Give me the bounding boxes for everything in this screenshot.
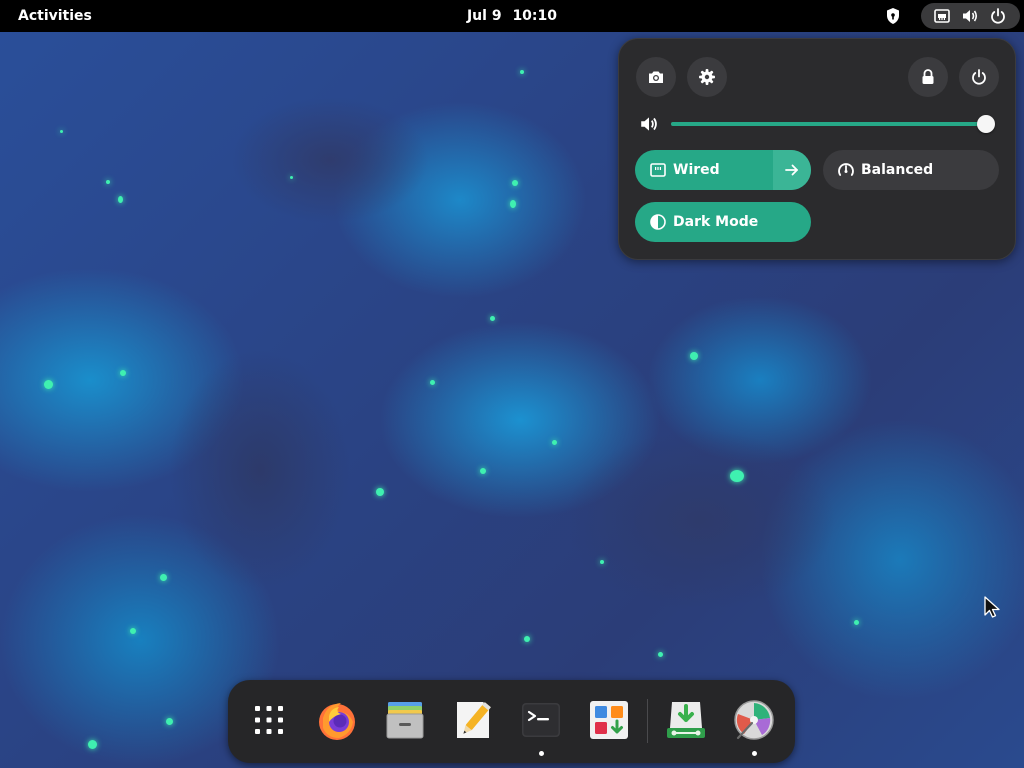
wired-toggle-main[interactable]: Wired (635, 150, 773, 190)
dark-mode-label: Dark Mode (673, 214, 759, 230)
text-editor-icon (457, 702, 491, 738)
wallpaper-speck (60, 130, 63, 133)
firefox-launcher[interactable] (309, 692, 365, 748)
wallpaper-speck (118, 196, 123, 203)
lock-button[interactable] (908, 57, 948, 97)
lock-icon (922, 69, 934, 84)
wallpaper-speck (524, 636, 530, 642)
running-indicator (539, 751, 544, 756)
dark-mode-toggle[interactable]: Dark Mode (635, 202, 811, 242)
quick-settings-panel: Wired Balanced Dark Mode (618, 38, 1016, 260)
wallpaper-speck (854, 620, 859, 625)
wired-toggle[interactable]: Wired (635, 150, 811, 190)
wallpaper-speck (520, 70, 524, 74)
power-icon (972, 69, 986, 85)
installer-launcher[interactable] (658, 692, 714, 748)
wallpaper-speck (166, 718, 173, 725)
wallpaper-speck (44, 380, 53, 389)
settings-button[interactable] (687, 57, 727, 97)
clock-time: 10:10 (512, 8, 558, 24)
terminal-launcher[interactable] (513, 692, 569, 756)
clock-button[interactable]: Jul 9 10:10 (462, 4, 562, 28)
ethernet-icon (650, 163, 666, 177)
wallpaper-speck (690, 352, 698, 360)
desktop: Activities Jul 9 10:10 Wired Balanced Da… (0, 0, 1024, 768)
arrow-right-icon (785, 164, 798, 176)
wallpaper-speck (130, 628, 136, 634)
screenshot-button[interactable] (636, 57, 676, 97)
wallpaper-speck (512, 180, 518, 186)
wallpaper-speck (600, 560, 604, 564)
wallpaper-speck (290, 176, 293, 179)
software-store-icon (590, 701, 628, 739)
wallpaper-speck (510, 200, 516, 208)
dark-mode-icon (650, 214, 666, 230)
wallpaper-speck (88, 740, 97, 749)
mouse-pointer-icon (984, 596, 1000, 618)
power-icon (991, 8, 1005, 24)
running-indicator (752, 751, 757, 756)
top-bar: Activities Jul 9 10:10 (0, 0, 1024, 32)
wallpaper-speck (160, 574, 167, 581)
wired-toggle-label: Wired (673, 162, 720, 178)
privacy-shield-icon[interactable] (884, 7, 902, 25)
dock-separator (647, 699, 648, 743)
wallpaper-speck (658, 652, 663, 657)
screenshot-icon (649, 71, 663, 83)
settings-icon (699, 69, 715, 85)
wallpaper-speck (120, 370, 126, 376)
power-off-button[interactable] (959, 57, 999, 97)
files-launcher[interactable] (377, 692, 433, 748)
speedometer-icon (838, 163, 854, 176)
wallpaper-speck (480, 468, 486, 474)
volume-slider[interactable] (671, 115, 995, 133)
power-mode-label: Balanced (861, 162, 934, 178)
wired-network-icon (934, 9, 950, 23)
app-grid-icon (255, 706, 283, 734)
text-editor-launcher[interactable] (445, 692, 501, 748)
show-apps-button[interactable] (241, 692, 297, 748)
clock-date: Jul 9 (466, 8, 502, 24)
volume-high-icon[interactable] (639, 114, 659, 134)
firefox-icon (319, 703, 355, 740)
wallpaper-speck (430, 380, 435, 385)
wallpaper-speck (490, 316, 495, 321)
wallpaper-speck (730, 470, 744, 482)
system-status-menu[interactable] (921, 3, 1020, 29)
wallpaper-speck (106, 180, 110, 184)
wallpaper-speck (376, 488, 384, 496)
installer-icon (667, 702, 705, 738)
dock (228, 680, 795, 763)
activities-button[interactable]: Activities (8, 4, 102, 28)
disk-usage-icon (734, 700, 774, 740)
files-icon (386, 702, 424, 739)
volume-slider-handle[interactable] (977, 115, 995, 133)
volume-slider-fill (671, 122, 986, 126)
volume-icon (963, 10, 978, 22)
disk-usage-launcher[interactable] (726, 692, 782, 756)
wired-submenu-button[interactable] (773, 150, 811, 190)
software-launcher[interactable] (581, 692, 637, 748)
terminal-icon (522, 703, 560, 737)
wallpaper-speck (552, 440, 557, 445)
power-mode-toggle[interactable]: Balanced (823, 150, 999, 190)
